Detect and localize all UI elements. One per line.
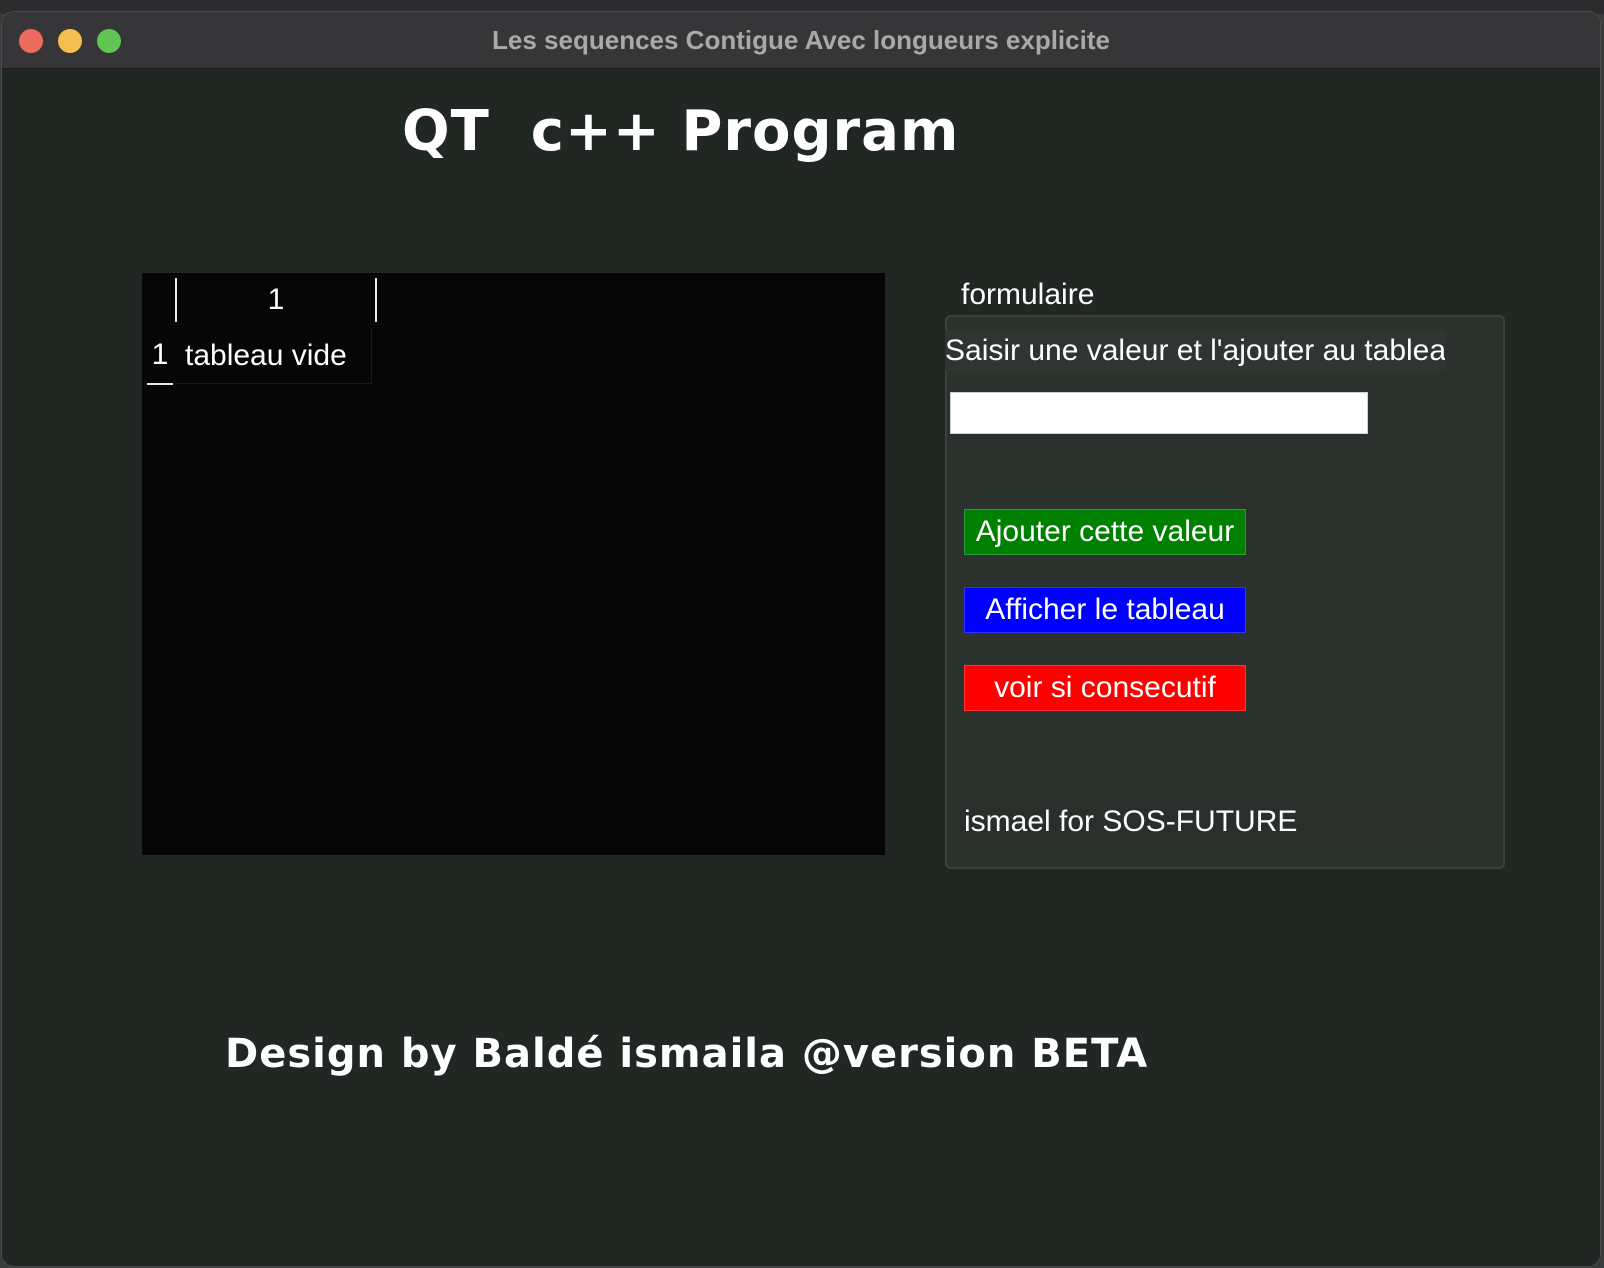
show-table-button[interactable]: Afficher le tableau [964,587,1246,633]
add-value-button[interactable]: Ajouter cette valeur [964,509,1246,555]
central-widget: QT c++ Program 1 1 tableau vide formulai… [2,69,1600,1266]
table-column-header[interactable]: 1 [175,278,377,322]
program-heading: QT c++ Program [402,99,960,164]
check-consecutive-button[interactable]: voir si consecutif [964,665,1246,711]
app-window: Les sequences Contigue Avec longueurs ex… [2,12,1600,1266]
table-row-header[interactable]: 1 [147,333,173,385]
value-input[interactable] [950,392,1368,434]
author-label: ismael for SOS-FUTURE [959,802,1425,842]
input-prompt-label: Saisir une valeur et l'ajouter au tablea… [945,331,1445,371]
window-title: Les sequences Contigue Avec longueurs ex… [492,25,1110,55]
form-group-title: formulaire [957,277,1099,313]
table-cell[interactable]: tableau vide [177,328,372,384]
title-bar[interactable]: Les sequences Contigue Avec longueurs ex… [2,12,1600,69]
values-table[interactable]: 1 1 tableau vide [142,273,885,855]
design-credit: Design by Baldé ismaila @version BETA [225,1031,1149,1077]
